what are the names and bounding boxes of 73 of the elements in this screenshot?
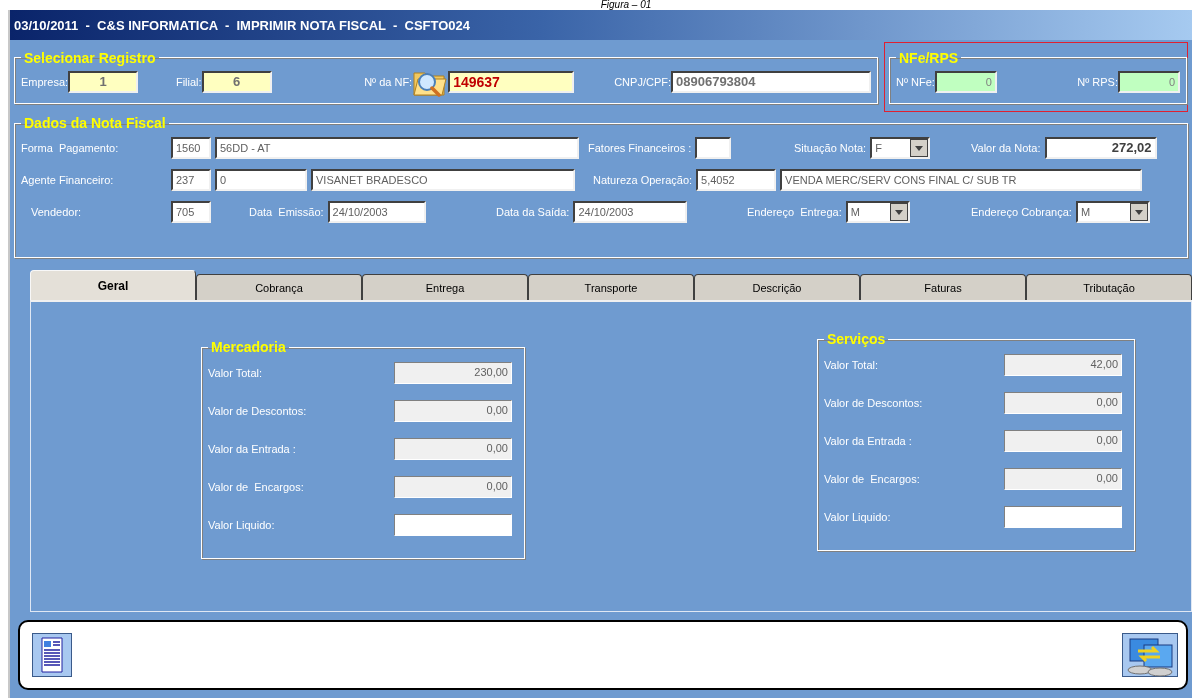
- field-label: Filial:: [175, 75, 202, 88]
- input-field[interactable]: 0,00: [1004, 468, 1122, 490]
- field-label: Valor de Encargos:: [208, 481, 304, 493]
- figure-caption: Figura – 01: [600, 0, 652, 10]
- field-label: Valor da Nota:: [971, 142, 1041, 154]
- field-label: Data Emissão:: [249, 206, 324, 218]
- input-field[interactable]: 0: [934, 70, 997, 93]
- input-field[interactable]: 0,00: [1004, 392, 1122, 414]
- document-icon[interactable]: [32, 633, 72, 677]
- input-field[interactable]: 24/10/2003: [573, 201, 688, 223]
- field-label: Data da Saída:: [496, 206, 570, 218]
- field-label: Valor Liquido:: [824, 511, 891, 523]
- field-label: Endereço Entrega:: [747, 206, 842, 218]
- input-field[interactable]: VISANET BRADESCO: [311, 169, 575, 191]
- input-field[interactable]: [394, 514, 512, 536]
- input-field[interactable]: 42,00: [1004, 354, 1122, 376]
- input-field[interactable]: 0,00: [394, 476, 512, 498]
- input-field[interactable]: 1560: [171, 137, 211, 159]
- dropdown[interactable]: M: [1075, 201, 1150, 223]
- input-field[interactable]: 0: [215, 169, 307, 191]
- field-label: Nº RPS:: [1077, 75, 1118, 88]
- input-field[interactable]: 0,00: [1004, 430, 1122, 452]
- field-label: CNPJ/CPF:: [614, 75, 671, 88]
- group-title: Serviços: [826, 332, 887, 346]
- input-field[interactable]: 149637: [448, 70, 575, 93]
- field-label: Valor da Entrada :: [208, 443, 296, 455]
- input-field[interactable]: 0,00: [394, 438, 512, 460]
- input-field[interactable]: 0,00: [394, 400, 512, 422]
- field-label: Valor Liquido:: [208, 519, 275, 531]
- field-label: Valor de Descontos:: [824, 397, 923, 409]
- input-field[interactable]: 237: [171, 169, 211, 191]
- field-label: Natureza Operação:: [593, 174, 693, 186]
- window-title: 03/10/2011 - C&S INFORMATICA - IMPRIMIR NOTA FISCAL - CSFTO024: [14, 17, 471, 33]
- tab[interactable]: Cobrança: [196, 274, 362, 300]
- dropdown[interactable]: M: [845, 201, 910, 223]
- field-label: Valor de Encargos:: [824, 473, 920, 485]
- input-field[interactable]: 56DD - AT: [215, 137, 579, 159]
- field-label: Agente Financeiro:: [21, 174, 115, 186]
- tab[interactable]: Tributação: [1026, 274, 1192, 300]
- field-label: Fatores Financeiros :: [588, 142, 692, 154]
- field-label: Valor Total:: [824, 359, 878, 371]
- input-field[interactable]: 230,00: [394, 362, 512, 384]
- field-label: Valor Total:: [208, 367, 262, 379]
- tab[interactable]: Faturas: [860, 274, 1026, 300]
- field-label: Endereço Cobrança:: [971, 206, 1072, 218]
- group-title: NFe/RPS: [898, 50, 960, 65]
- input-field[interactable]: [695, 137, 732, 159]
- dropdown[interactable]: F: [870, 137, 931, 159]
- field-label: Empresa:: [21, 75, 69, 88]
- input-field[interactable]: 272,02: [1044, 137, 1157, 159]
- group-title: Dados da Nota Fiscal: [23, 116, 167, 130]
- input-field[interactable]: 0: [1118, 70, 1180, 93]
- input-field[interactable]: 6: [201, 70, 272, 93]
- field-label: Nº NFe:: [896, 75, 935, 88]
- group-title: Mercadoria: [210, 340, 287, 354]
- tab[interactable]: Descrição: [694, 274, 860, 300]
- field-label: Valor da Entrada :: [824, 435, 912, 447]
- input-field[interactable]: [1004, 506, 1122, 528]
- field-label: Forma Pagamento:: [21, 142, 120, 154]
- field-label: Vendedor:: [31, 206, 83, 218]
- input-field[interactable]: VENDA MERC/SERV CONS FINAL C/ SUB TR: [780, 169, 1143, 191]
- input-field[interactable]: 08906793804: [671, 70, 871, 93]
- input-field[interactable]: 1: [68, 70, 139, 93]
- input-field[interactable]: 24/10/2003: [327, 201, 426, 223]
- field-label: Valor de Descontos:: [208, 405, 307, 417]
- tab[interactable]: Geral: [30, 270, 196, 300]
- tab[interactable]: Transporte: [528, 274, 694, 300]
- field-label: Nº da NF:: [364, 75, 413, 88]
- input-field[interactable]: 5,4052: [696, 169, 777, 191]
- group-title: Selecionar Registro: [23, 50, 157, 65]
- tab[interactable]: Entrega: [362, 274, 528, 300]
- field-label: Situação Nota:: [794, 142, 867, 154]
- input-field[interactable]: 705: [171, 201, 211, 223]
